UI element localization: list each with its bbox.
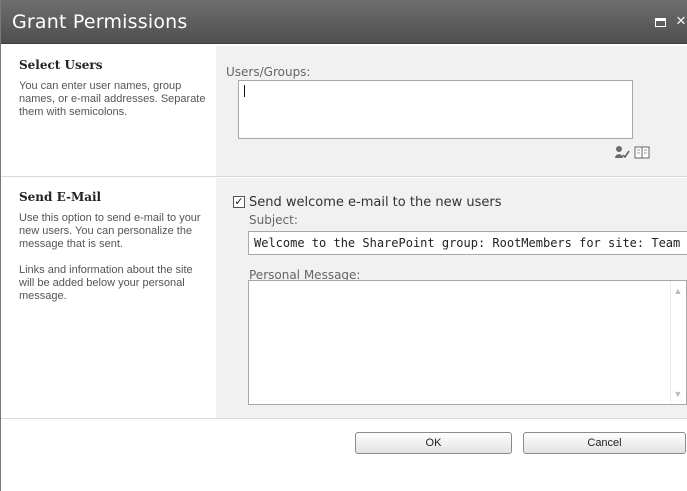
welcome-email-checkbox[interactable]: ✓	[233, 196, 245, 208]
users-groups-label: Users/Groups:	[226, 65, 311, 79]
send-email-heading: Send E-Mail	[19, 190, 102, 204]
select-users-heading: Select Users	[19, 58, 103, 72]
scroll-down-icon[interactable]: ▼	[673, 389, 683, 399]
grant-permissions-dialog: Grant Permissions × Select Users You can…	[0, 0, 687, 491]
select-users-info: Select Users You can enter user names, g…	[1, 46, 216, 176]
select-users-section: Select Users You can enter user names, g…	[1, 46, 687, 177]
personal-message-textarea[interactable]: ▲ ▼	[248, 280, 687, 405]
address-book-icon[interactable]	[634, 146, 650, 159]
select-users-description: You can enter user names, group names, o…	[19, 80, 206, 118]
send-email-description-links: Links and information about the site wil…	[19, 264, 193, 302]
ok-button[interactable]: OK	[355, 432, 512, 454]
subject-label: Subject:	[249, 213, 298, 227]
select-users-panel: Users/Groups:	[216, 46, 687, 176]
send-email-info: Send E-Mail Use this option to send e-ma…	[1, 178, 216, 418]
send-email-section: Send E-Mail Use this option to send e-ma…	[1, 178, 687, 419]
users-groups-input[interactable]	[238, 80, 633, 139]
send-email-description: Use this option to send e-mail to your n…	[19, 212, 201, 250]
close-icon[interactable]: ×	[676, 10, 687, 32]
message-scrollbar[interactable]: ▲ ▼	[670, 281, 686, 404]
dialog-titlebar: Grant Permissions ×	[1, 0, 687, 44]
send-email-panel: ✓ Send welcome e-mail to the new users S…	[216, 178, 687, 418]
check-names-icon[interactable]	[614, 145, 630, 159]
maximize-icon[interactable]	[655, 18, 666, 27]
text-caret	[244, 85, 245, 97]
subject-input[interactable]: Welcome to the SharePoint group: RootMem…	[248, 231, 687, 255]
cancel-button[interactable]: Cancel	[523, 432, 686, 454]
welcome-email-label[interactable]: Send welcome e-mail to the new users	[249, 195, 501, 210]
dialog-title: Grant Permissions	[12, 11, 188, 33]
scroll-up-icon[interactable]: ▲	[673, 286, 683, 296]
